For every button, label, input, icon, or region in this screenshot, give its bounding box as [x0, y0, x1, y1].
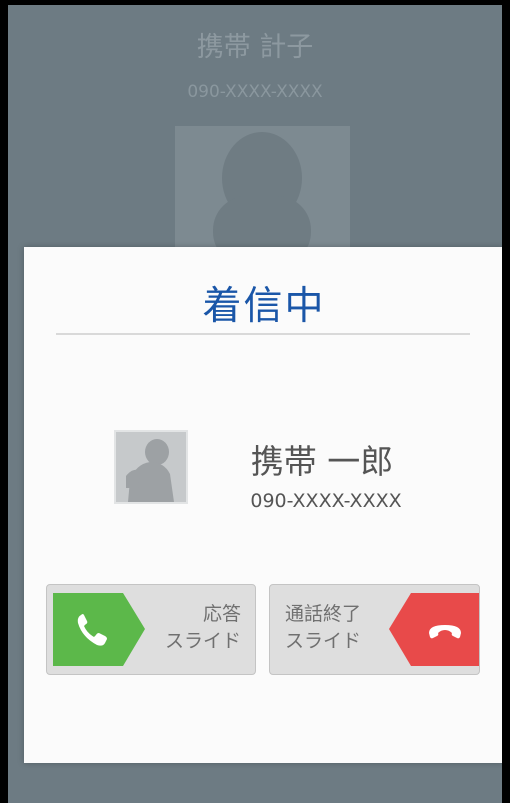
decline-slider[interactable]: 通話終了 スライド	[269, 584, 480, 675]
answer-slider[interactable]: 応答 スライド	[46, 584, 256, 675]
background-caller-number: 090-XXXX-XXXX	[187, 82, 323, 102]
background-caller-name: 携帯 計子	[196, 32, 314, 63]
incoming-call-screen: 携帯 計子 090-XXXX-XXXX 着信中 携帯 一郎 090-XXXX-X…	[8, 5, 502, 803]
caller-name: 携帯 一郎	[250, 442, 394, 481]
dialog-title: 着信中	[202, 284, 326, 329]
caller-number: 090-XXXX-XXXX	[250, 490, 402, 512]
incoming-call-dialog: 着信中 携帯 一郎 090-XXXX-XXXX 応答 スライド 通話終了 スライ…	[24, 247, 502, 763]
person-silhouette-icon	[213, 132, 311, 258]
decline-slider-label: 通話終了 スライド	[285, 603, 362, 652]
decline-slide-handle[interactable]	[389, 593, 479, 666]
answer-slide-handle[interactable]	[53, 593, 145, 666]
answer-slider-label: 応答 スライド	[164, 603, 241, 652]
caller-avatar	[114, 430, 188, 504]
divider	[56, 333, 470, 335]
person-silhouette-icon	[126, 439, 174, 502]
background-caller-photo	[175, 126, 350, 258]
